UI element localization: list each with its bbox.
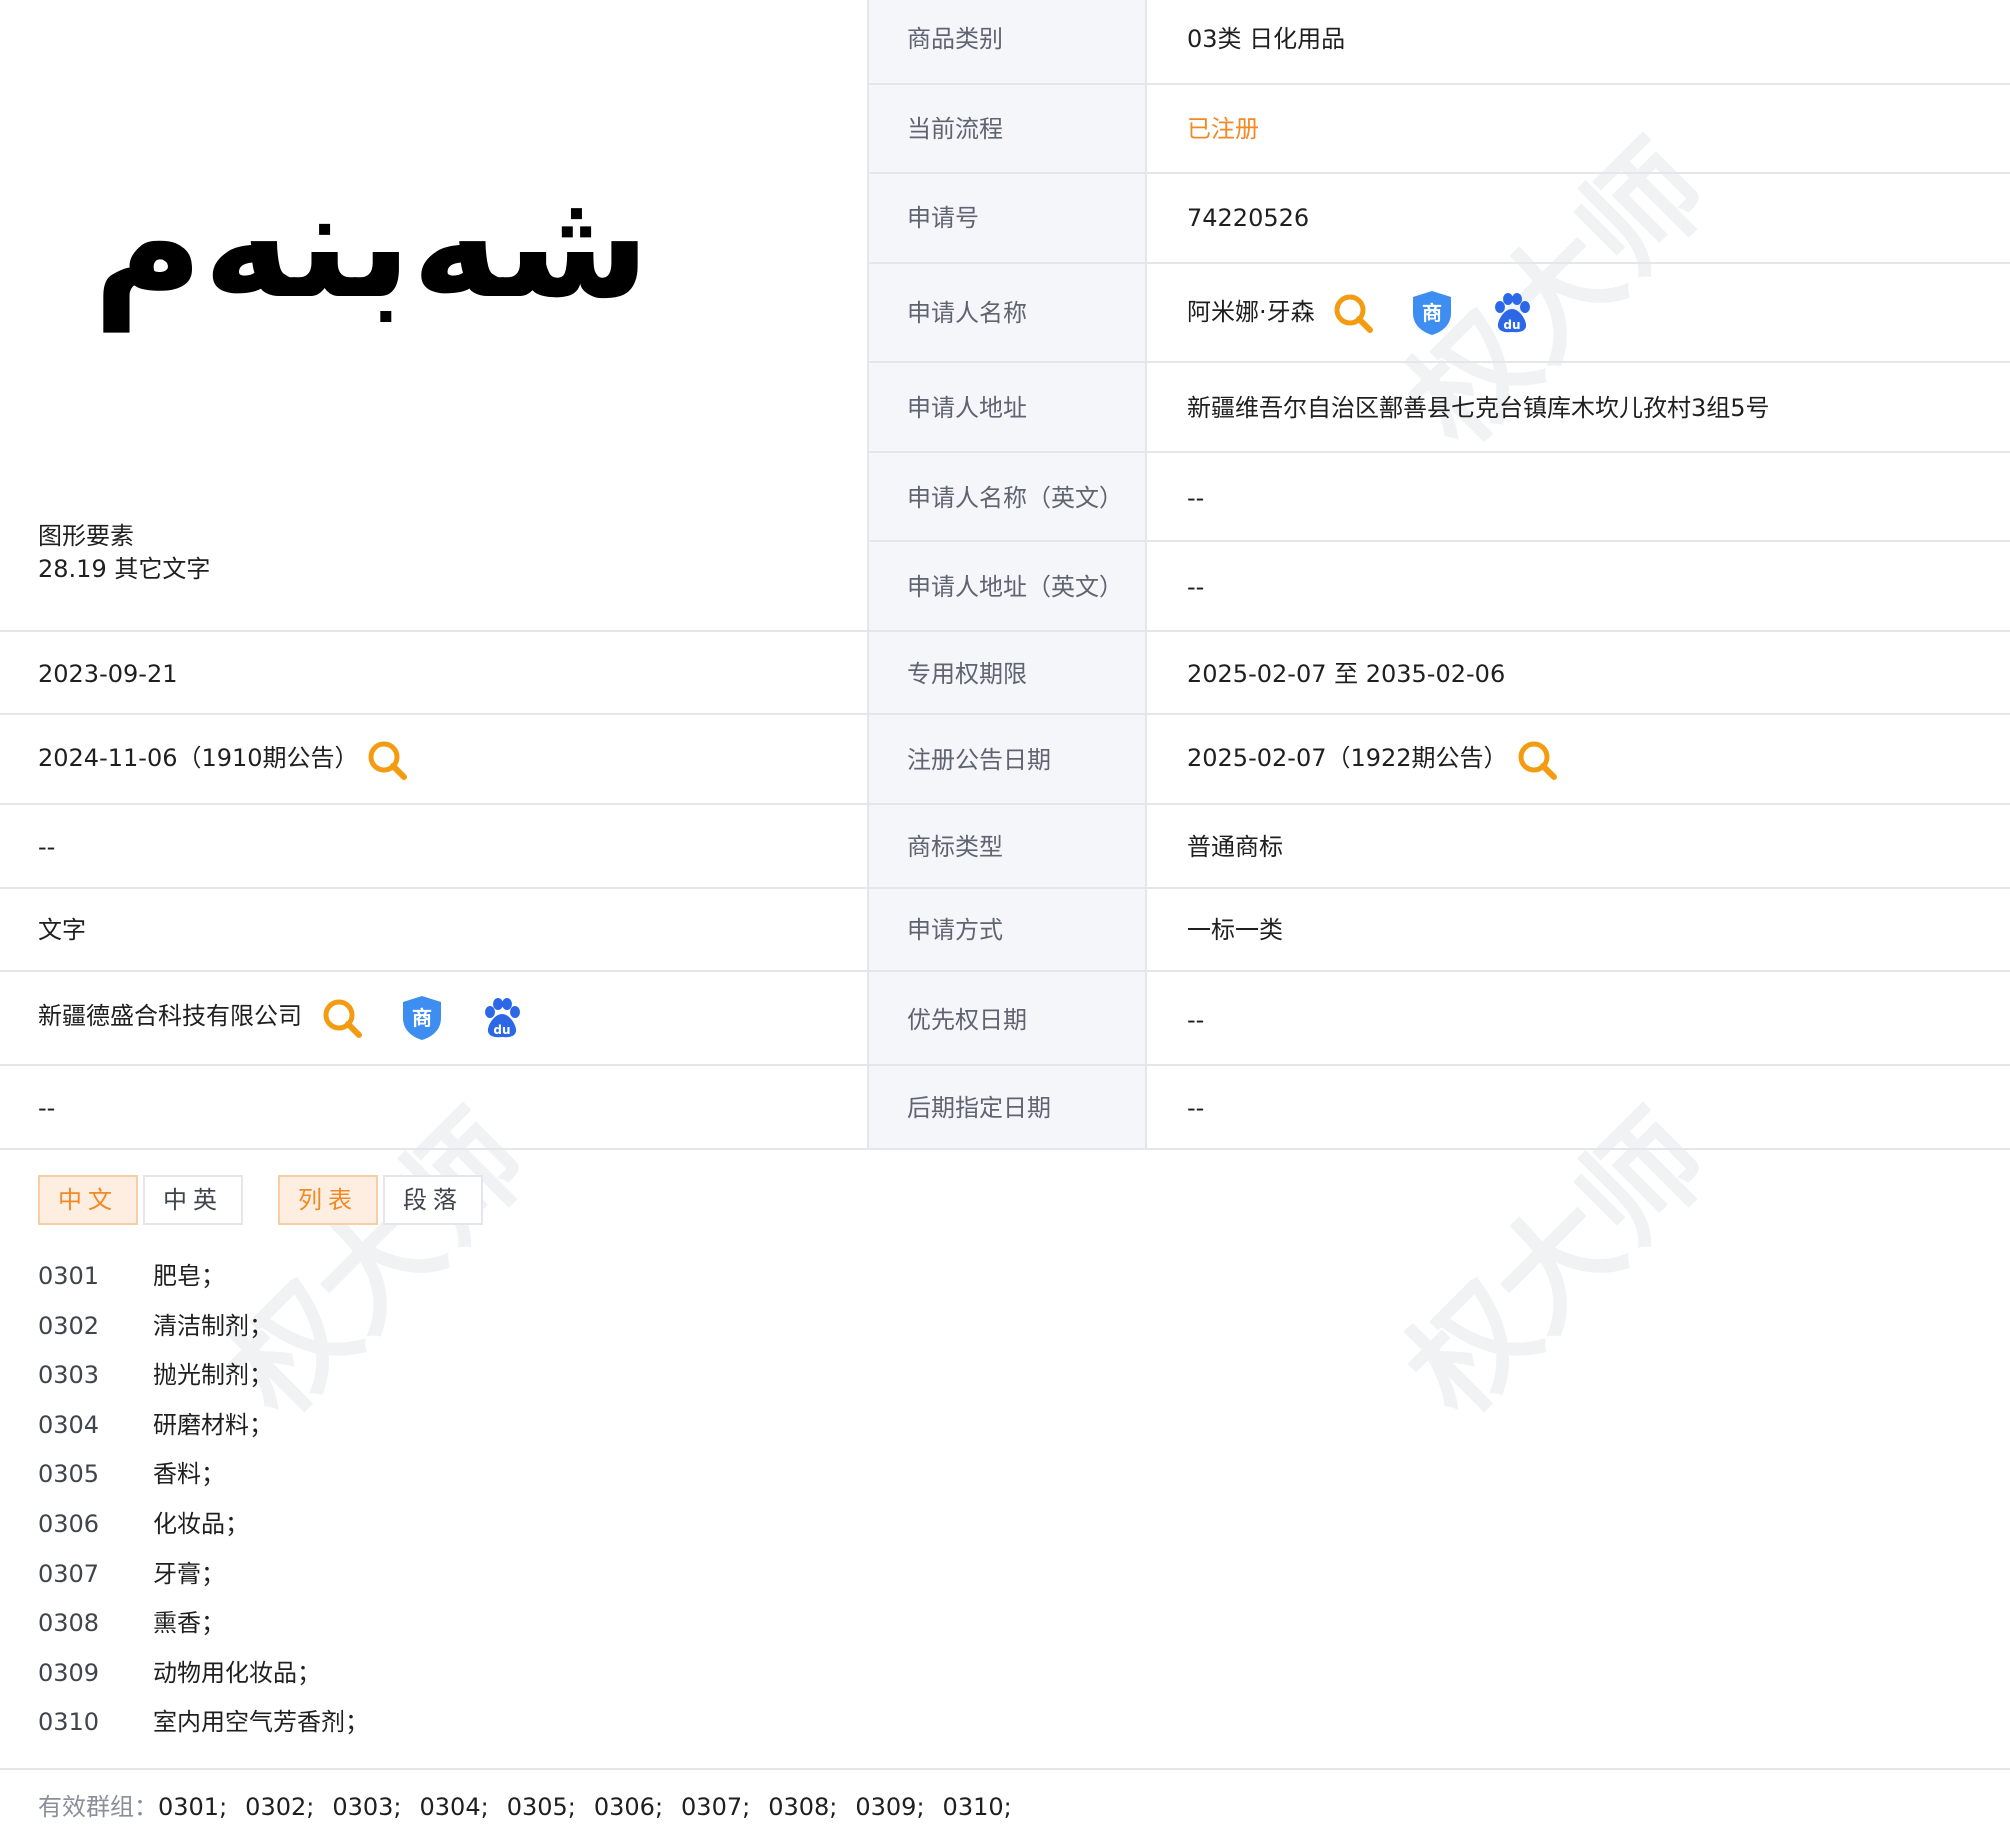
value-later-designation-date: -- [1187, 1094, 1205, 1122]
baidu-paw-icon[interactable]: du [1490, 291, 1534, 335]
goods-code: 0301 [38, 1262, 100, 1290]
trademark-logo: شەبنەم [93, 158, 650, 332]
row-divider [0, 1148, 2010, 1150]
goods-name: 牙膏； [153, 1560, 225, 1588]
goods-code: 0306 [38, 1510, 100, 1538]
baidu-paw-icon[interactable]: du [480, 996, 524, 1040]
goods-name: 肥皂； [153, 1262, 225, 1290]
goods-name: 研磨材料； [153, 1411, 273, 1439]
tab-list-view[interactable]: 列表 [278, 1175, 378, 1225]
figure-elements-label: 图形要素 [38, 522, 134, 550]
label-priority-date: 优先权日期 [907, 1006, 1027, 1034]
row-divider [0, 887, 2010, 889]
row-divider [0, 970, 2010, 972]
label-goods-class: 商品类别 [907, 25, 1003, 53]
value-apply-method: 一标一类 [1187, 916, 1283, 944]
svg-text:du: du [1503, 318, 1520, 332]
label-exclusive-term: 专用权期限 [907, 660, 1027, 688]
goods-name: 清洁制剂； [153, 1312, 273, 1340]
row-divider [868, 451, 2010, 453]
group-code: 0307; [681, 1793, 751, 1821]
value-exclusive-term: 2025-02-07 至 2035-02-06 [1187, 660, 1506, 688]
goods-code: 0304 [38, 1411, 100, 1439]
svg-text:商: 商 [1422, 301, 1442, 325]
label-applicant-name-en: 申请人名称（英文） [907, 484, 1123, 512]
goods-name: 化妆品； [153, 1510, 249, 1538]
label-applicant-name: 申请人名称 [907, 299, 1027, 327]
label-application-no: 申请号 [907, 204, 979, 232]
value-agent: 新疆德盛合科技有限公司 [38, 1002, 302, 1030]
group-code: 0305; [506, 1793, 576, 1821]
row-divider [0, 1768, 2010, 1770]
search-icon[interactable] [321, 997, 363, 1039]
value-remark: -- [38, 1094, 56, 1122]
search-icon[interactable] [366, 739, 408, 781]
label-reg-pub-date: 注册公告日期 [907, 746, 1051, 774]
svg-text:商: 商 [412, 1006, 432, 1030]
label-apply-method: 申请方式 [907, 916, 1003, 944]
group-code: 0308; [768, 1793, 838, 1821]
value-intl-reg-date: -- [38, 833, 56, 861]
value-application-no: 74220526 [1187, 204, 1310, 232]
label-later-designation-date: 后期指定日期 [907, 1094, 1051, 1122]
value-reg-pub-date: 2025-02-07（1922期公告） [1187, 744, 1508, 772]
goods-name: 室内用空气芳香剂； [153, 1708, 369, 1736]
group-code: 0304; [419, 1793, 489, 1821]
value-mark-form: 文字 [38, 916, 86, 944]
goods-name: 熏香； [153, 1609, 225, 1637]
group-code: 0310; [942, 1793, 1012, 1821]
goods-code: 0302 [38, 1312, 100, 1340]
search-icon[interactable] [1516, 739, 1558, 781]
value-apply-date: 2023-09-21 [38, 660, 178, 688]
status-badge: 已注册 [1187, 115, 1259, 143]
valid-groups-label: 有效群组： [38, 1793, 158, 1821]
search-icon[interactable] [1332, 292, 1374, 334]
label-mark-type: 商标类型 [907, 833, 1003, 861]
row-divider [868, 262, 2010, 264]
value-applicant-address: 新疆维吾尔自治区鄯善县七克台镇库木坎儿孜村3组5号 [1187, 394, 1770, 422]
row-divider [868, 83, 2010, 85]
group-code: 0306; [593, 1793, 664, 1821]
goods-name: 香料； [153, 1460, 225, 1488]
goods-code: 0305 [38, 1460, 100, 1488]
figure-elements-code: 28.19 其它文字 [38, 555, 211, 583]
row-divider [0, 630, 2010, 632]
row-divider [0, 713, 2010, 715]
tab-chinese-english[interactable]: 中英 [143, 1175, 243, 1225]
goods-code: 0308 [38, 1609, 100, 1637]
goods-code: 0303 [38, 1361, 100, 1389]
value-applicant-name-en: -- [1187, 484, 1205, 512]
trademark-shield-icon[interactable]: 商 [400, 994, 444, 1042]
value-goods-class: 03类 日化用品 [1187, 25, 1346, 53]
tab-chinese[interactable]: 中文 [38, 1175, 138, 1225]
label-applicant-address-en: 申请人地址（英文） [907, 573, 1123, 601]
trademark-shield-icon[interactable]: 商 [1410, 289, 1454, 337]
svg-text:du: du [493, 1023, 510, 1037]
valid-groups: 有效群组：0301; 0302; 0303; 0304; 0305; 0306; 0307;… [38, 1791, 1030, 1823]
goods-name: 动物用化妆品； [153, 1659, 321, 1687]
value-applicant-name: 阿米娜·牙森 [1187, 298, 1315, 326]
watermark: 权大师 [1381, 1088, 1735, 1442]
tab-paragraph-view[interactable]: 段落 [383, 1175, 483, 1225]
value-applicant-address-en: -- [1187, 573, 1205, 601]
label-applicant-address: 申请人地址 [907, 394, 1027, 422]
group-code: 0309; [855, 1793, 925, 1821]
group-code: 0303; [332, 1793, 402, 1821]
value-mark-type: 普通商标 [1187, 833, 1283, 861]
row-divider [868, 172, 2010, 174]
label-current-status: 当前流程 [907, 115, 1003, 143]
value-prelim-pub: 2024-11-06（1910期公告） [38, 744, 359, 772]
row-divider [0, 1064, 2010, 1066]
goods-code: 0310 [38, 1708, 100, 1736]
goods-code: 0307 [38, 1560, 100, 1588]
goods-code: 0309 [38, 1659, 100, 1687]
row-divider [868, 540, 2010, 542]
group-code: 0302; [245, 1793, 315, 1821]
row-divider [0, 803, 2010, 805]
goods-name: 抛光制剂； [153, 1361, 273, 1389]
group-code: 0301; [158, 1793, 228, 1821]
value-priority-date: -- [1187, 1006, 1205, 1034]
row-divider [868, 361, 2010, 363]
